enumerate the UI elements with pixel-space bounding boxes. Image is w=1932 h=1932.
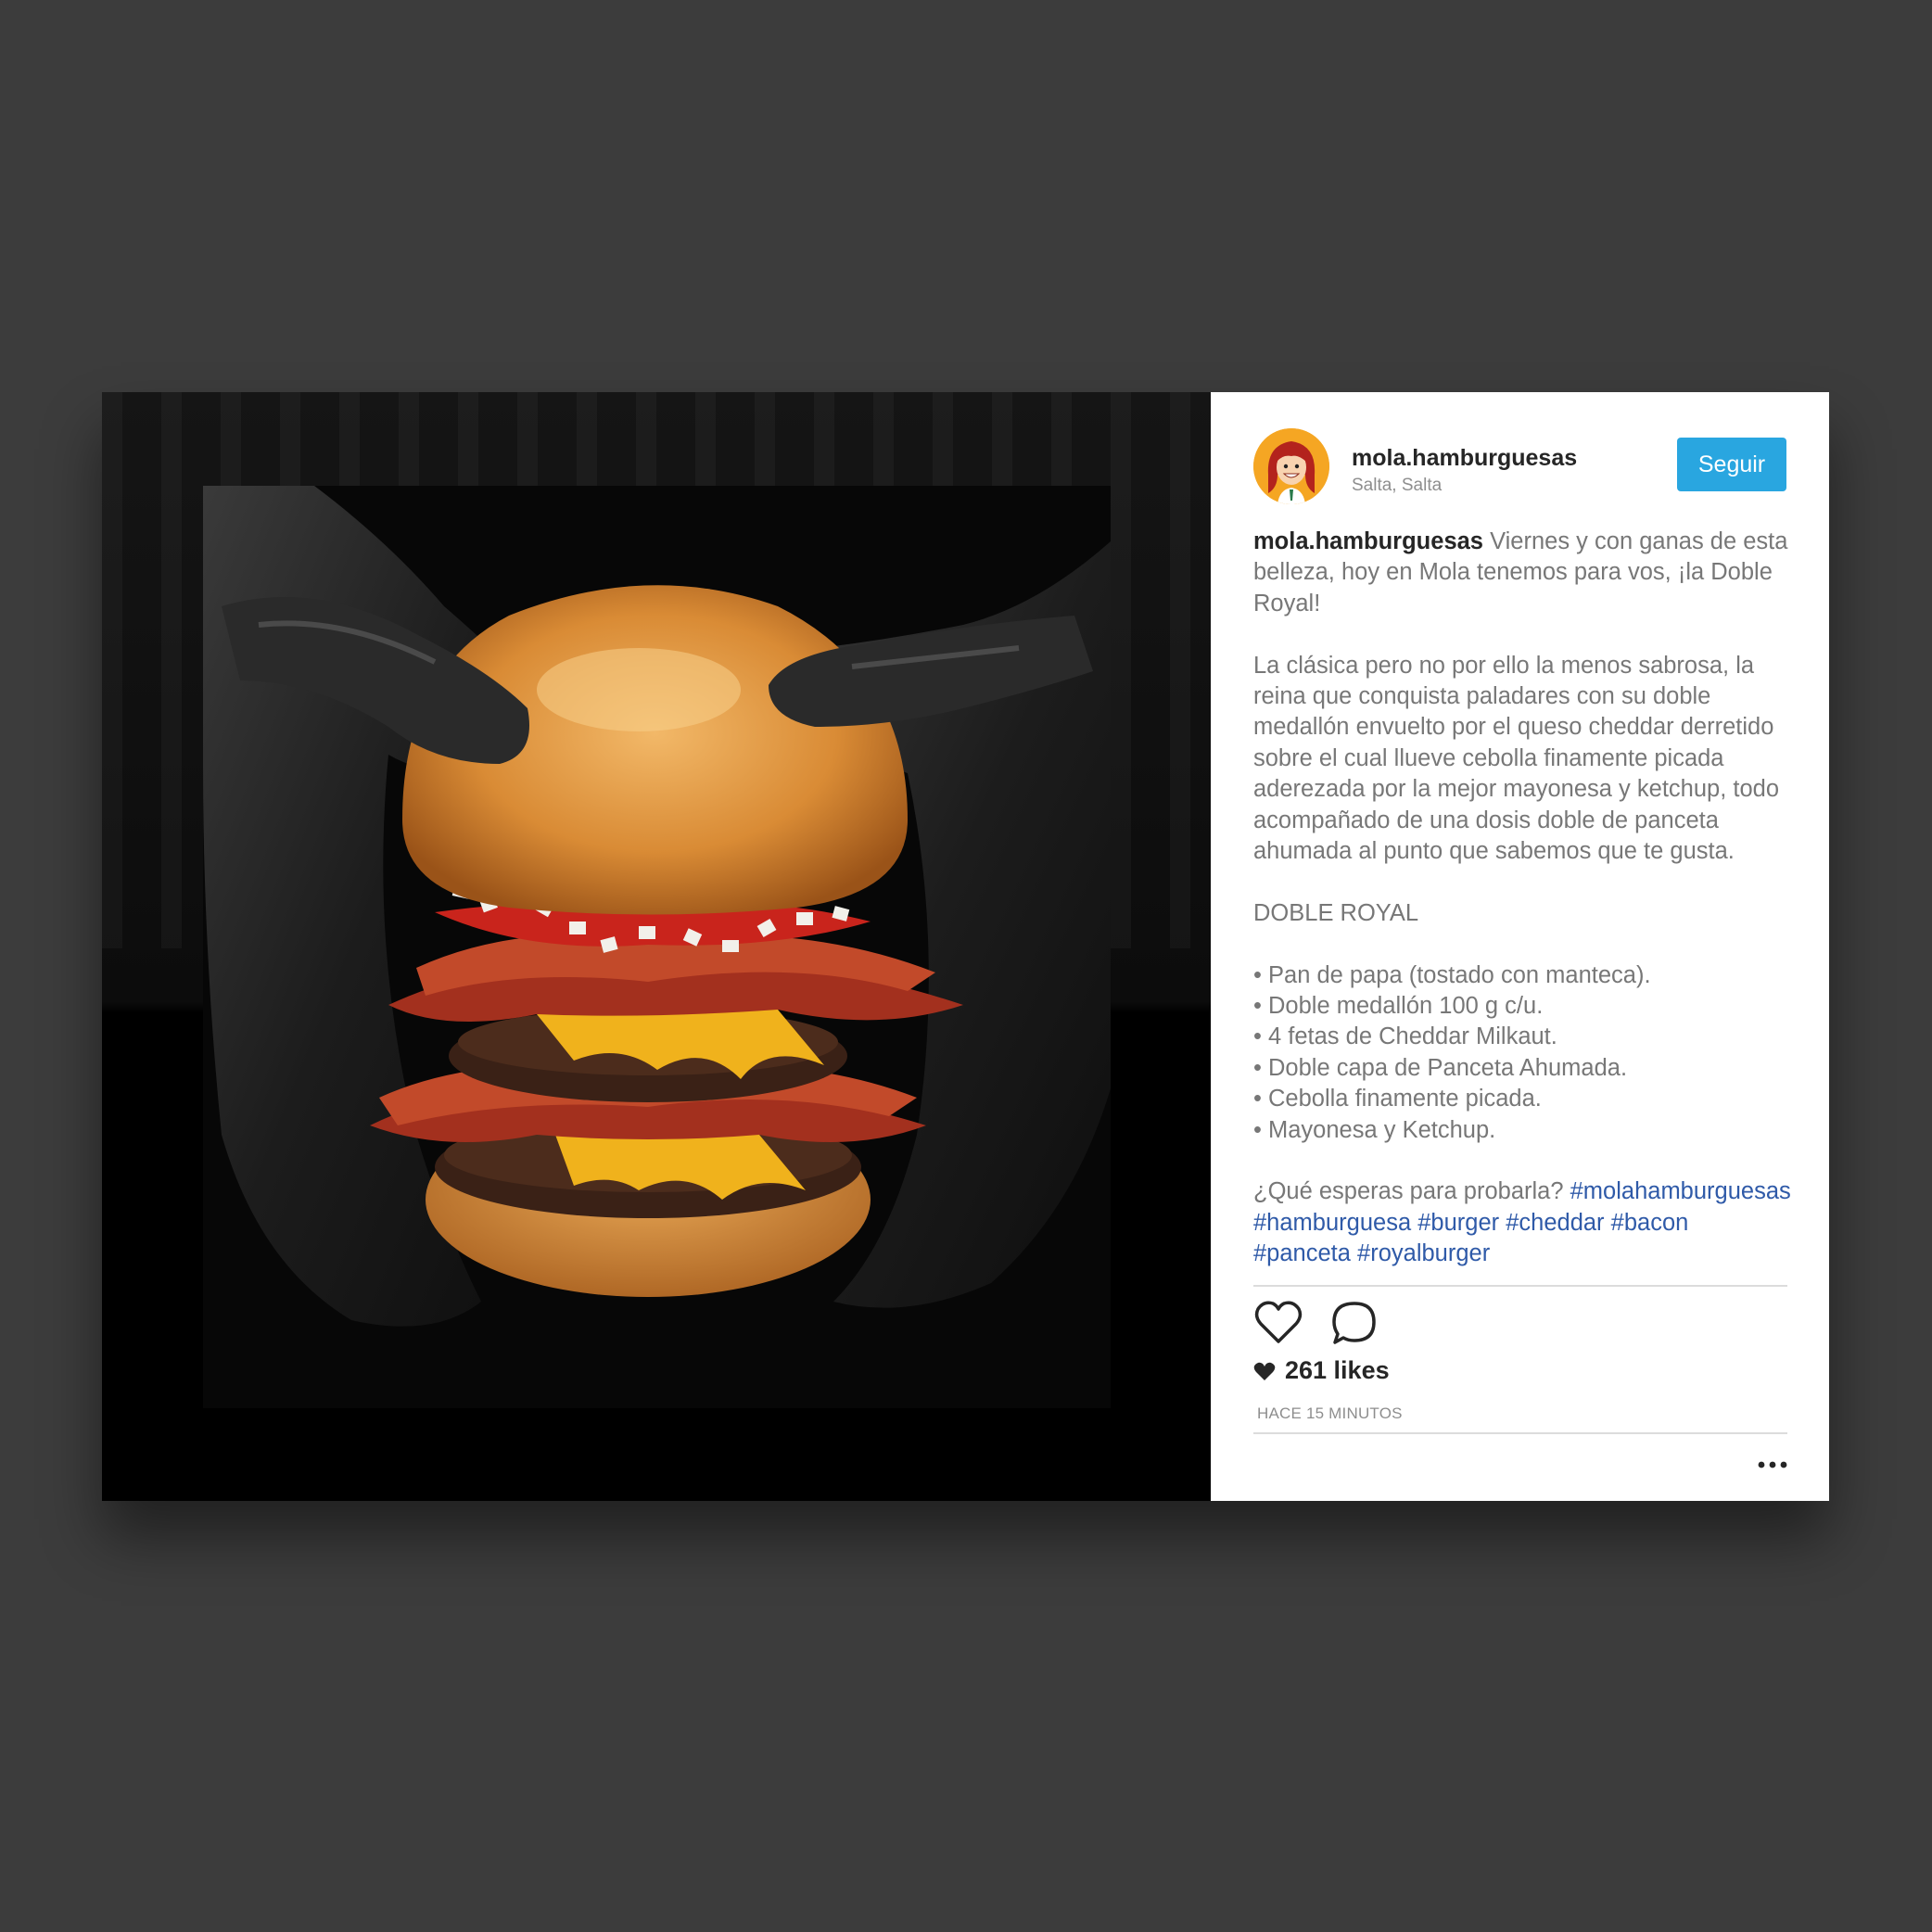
post-header: mola.hamburguesas Salta, Salta Seguir (1253, 426, 1786, 506)
post-location[interactable]: Salta, Salta (1352, 476, 1442, 496)
likes-count[interactable]: 261 likes (1253, 1356, 1390, 1385)
ingredient-item: • Pan de papa (tostado con manteca). (1253, 961, 1651, 988)
ingredient-item: • Doble capa de Panceta Ahumada. (1253, 1054, 1628, 1081)
hashtag-link[interactable]: #hamburguesa (1253, 1210, 1411, 1236)
post-caption: mola.hamburguesas Viernes y con ganas de… (1253, 527, 1800, 1270)
post-actions (1253, 1299, 1787, 1351)
heart-filled-icon (1253, 1362, 1276, 1380)
hashtag-link[interactable]: #panceta (1253, 1240, 1351, 1266)
ellipsis-icon[interactable] (1756, 1458, 1789, 1471)
divider (1253, 1432, 1787, 1434)
ingredient-item: • Doble medallón 100 g c/u. (1253, 993, 1544, 1020)
post-details-panel: mola.hamburguesas Salta, Salta Seguir mo… (1211, 392, 1829, 1501)
caption-question-line: ¿Qué esperas para probarla? #molahamburg… (1253, 1176, 1800, 1269)
product-name: DOBLE ROYAL (1253, 899, 1419, 926)
ingredient-item: • 4 fetas de Cheddar Milkaut. (1253, 1023, 1557, 1050)
follow-button[interactable]: Seguir (1677, 438, 1786, 491)
post-username[interactable]: mola.hamburguesas (1352, 445, 1577, 472)
heart-outline-icon[interactable] (1253, 1299, 1303, 1347)
caption-question: ¿Qué esperas para probarla? (1253, 1178, 1564, 1205)
speech-bubble-icon[interactable] (1329, 1299, 1379, 1347)
likes-label: 261 likes (1285, 1356, 1390, 1384)
hashtag-link[interactable]: #molahamburguesas (1570, 1178, 1791, 1204)
hashtag-link[interactable]: #bacon (1611, 1210, 1689, 1236)
divider (1253, 1285, 1787, 1287)
hashtag-link[interactable]: #cheddar (1506, 1210, 1604, 1236)
avatar-illustration (1253, 428, 1329, 504)
ingredient-item: • Cebolla finamente picada. (1253, 1086, 1542, 1112)
caption-body: La clásica pero no por ello la menos sab… (1253, 652, 1780, 865)
post-photo[interactable] (102, 392, 1211, 1501)
post-card: mola.hamburguesas Salta, Salta Seguir mo… (102, 392, 1829, 1501)
caption-username[interactable]: mola.hamburguesas (1253, 528, 1483, 554)
post-timestamp: HACE 15 MINUTOS (1257, 1405, 1403, 1422)
caption-intro: mola.hamburguesas Viernes y con ganas de… (1253, 527, 1800, 619)
hashtag-link[interactable]: #royalburger (1357, 1240, 1490, 1266)
ingredient-item: • Mayonesa y Ketchup. (1253, 1116, 1496, 1143)
burger-image (203, 486, 1111, 1408)
avatar[interactable] (1253, 428, 1329, 504)
burger-illustration (203, 486, 1111, 1408)
hashtag-link[interactable]: #burger (1417, 1210, 1499, 1236)
